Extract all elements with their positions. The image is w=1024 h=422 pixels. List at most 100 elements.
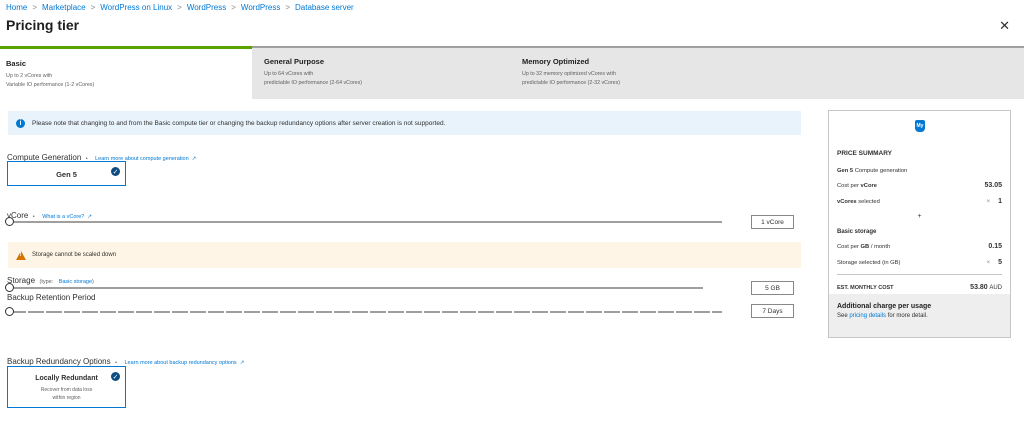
text: See [837,313,848,319]
gen5-label: Gen 5 [56,170,77,179]
tier-desc-line: predictable IO performance (2-64 vCores) [264,80,363,86]
cost-per-vcore-label: Cost per vCore [837,183,877,189]
storage-value-box[interactable]: 5 GB [751,281,794,295]
breadcrumb: Home > Marketplace > WordPress on Linux > W… [6,3,354,12]
breadcrumb-marketplace[interactable]: Marketplace [42,3,86,12]
storage-selected-row: Storage selected (in GB) × 5 [837,259,1002,266]
gen-text: Gen 5 Compute generation [837,168,907,174]
locally-redundant-option-card[interactable]: Locally Redundant Recover from data loss… [7,366,126,408]
cost-per-vcore-row: Cost per vCore 53.05 [837,182,1002,189]
chevron-right-icon: > [32,3,38,12]
locally-redundant-desc: Recover from data loss within region [8,386,125,402]
tier-tabs: Basic Up to 2 vCores with Variable IO pe… [0,46,1024,99]
label-text: Cost per [837,243,859,250]
pricing-details-link[interactable]: pricing details [849,313,886,319]
cost-per-gb-row: Cost per GB / month 0.15 [837,243,1002,250]
storage-type-suffix: ) [92,279,94,285]
chevron-right-icon: > [285,3,291,12]
vcores-selected-row: vCores selected × 1 [837,198,1002,205]
checkmark-icon: ✓ [111,167,120,176]
info-banner: i Please note that changing to and from … [8,111,801,135]
vcore-value-box[interactable]: 1 vCore [751,215,794,229]
breadcrumb-database-server[interactable]: Database server [295,3,354,12]
tier-desc: Up to 32 memory optimized vCores with pr… [522,70,770,88]
breadcrumb-wordpress-2[interactable]: WordPress [241,3,280,12]
external-link-icon: ↗ [191,156,197,162]
label-text: Cost per [837,182,859,189]
additional-charge-text: See pricing details for more detail. [837,313,1002,319]
label-bold: vCore [860,182,877,189]
locally-redundant-label: Locally Redundant [35,375,98,382]
tier-desc-line: Up to 32 memory optimized vCores with [522,71,616,77]
tier-desc-line: Up to 64 vCores with [264,71,314,77]
price-summary-panel: My PRICE SUMMARY Gen 5 Compute generatio… [828,110,1011,338]
breadcrumb-wordpress-linux[interactable]: WordPress on Linux [100,3,172,12]
backup-retention-slider-track[interactable] [10,311,722,313]
chevron-right-icon: > [231,3,236,12]
vcores-selected-value-group: × 1 [987,198,1002,205]
price-summary-title: PRICE SUMMARY [837,150,893,157]
times-icon: × [986,199,991,205]
label-text: / month [870,243,891,250]
cost-per-vcore-value: 53.05 [984,182,1002,189]
tab-general-purpose[interactable]: General Purpose Up to 64 vCores with pre… [258,48,508,99]
text: for more detail. [887,313,928,319]
tier-desc: Up to 2 vCores with Variable IO performa… [6,72,246,90]
label-bold: GB [860,243,870,250]
est-monthly-cost-value: 53.80 [970,284,988,291]
currency: AUD [989,285,1002,291]
gen-row: Gen 5 Compute generation [837,168,1002,174]
breadcrumb-home[interactable]: Home [6,3,27,12]
gen-rest: Compute generation [854,168,908,174]
gen-bold: Gen 5 [837,168,854,174]
backup-redundancy-label: Backup Redundancy Options [7,357,111,366]
desc-line: Recover from data loss [40,387,93,393]
backup-retention-label: Backup Retention Period [7,293,96,302]
chevron-right-icon: > [90,3,96,12]
info-text: Please note that changing to and from th… [32,119,446,127]
desc-line: within region [52,395,81,401]
storage-selected-value: 5 [998,259,1002,266]
storage-slider-thumb[interactable] [5,283,14,292]
warning-icon [16,250,26,260]
mysql-database-icon: My [915,120,925,132]
tier-name: Basic [6,59,27,68]
dot-separator: • [32,214,35,220]
divider [837,274,1002,275]
cost-per-gb-value: 0.15 [988,243,1002,250]
times-icon: × [986,260,991,266]
additional-charge-title: Additional charge per usage [837,303,932,310]
backup-redundancy-link[interactable]: Learn more about backup redundancy optio… [124,360,236,366]
storage-type-link[interactable]: Basic storage [59,279,92,285]
chevron-right-icon: > [177,3,182,12]
breadcrumb-wordpress-1[interactable]: WordPress [187,3,226,12]
tier-desc: Up to 64 vCores with predictable IO perf… [264,70,502,88]
warning-banner: Storage cannot be scaled down [8,242,801,268]
basic-storage-title: Basic storage [837,229,877,235]
vcores-selected-value: 1 [998,198,1002,205]
vcore-slider-track[interactable] [10,221,722,223]
gen5-option-card[interactable]: Gen 5 ✓ [7,161,126,186]
storage-header: Storage (type: Basic storage) [7,270,94,288]
backup-retention-value-box[interactable]: 7 Days [751,304,794,318]
warning-text: Storage cannot be scaled down [32,252,117,258]
storage-selected-value-group: × 5 [987,259,1002,266]
external-link-icon: ↗ [87,214,92,220]
checkmark-icon: ✓ [111,372,120,381]
plus-icon: + [917,213,922,220]
label-bold: vCores [837,198,857,205]
storage-slider-track[interactable] [10,287,703,289]
close-icon[interactable]: ✕ [999,18,1010,34]
tab-basic[interactable]: Basic Up to 2 vCores with Variable IO pe… [0,46,252,99]
tier-desc-line: predictable IO performance (2-32 vCores) [522,80,621,86]
tab-memory-optimized[interactable]: Memory Optimized Up to 32 memory optimiz… [516,48,776,99]
backup-retention-slider-thumb[interactable] [5,307,14,316]
tier-desc-line: Variable IO performance (1-2 vCores) [6,82,95,88]
tier-name: General Purpose [264,57,325,66]
vcore-slider-thumb[interactable] [5,217,14,226]
storage-type-prefix: (type: [39,279,54,285]
vcore-link[interactable]: What is a vCore? [42,214,84,220]
vcores-selected-label: vCores selected [837,199,880,205]
est-monthly-cost-group: 53.80 AUD [970,284,1002,291]
info-icon: i [16,118,25,128]
